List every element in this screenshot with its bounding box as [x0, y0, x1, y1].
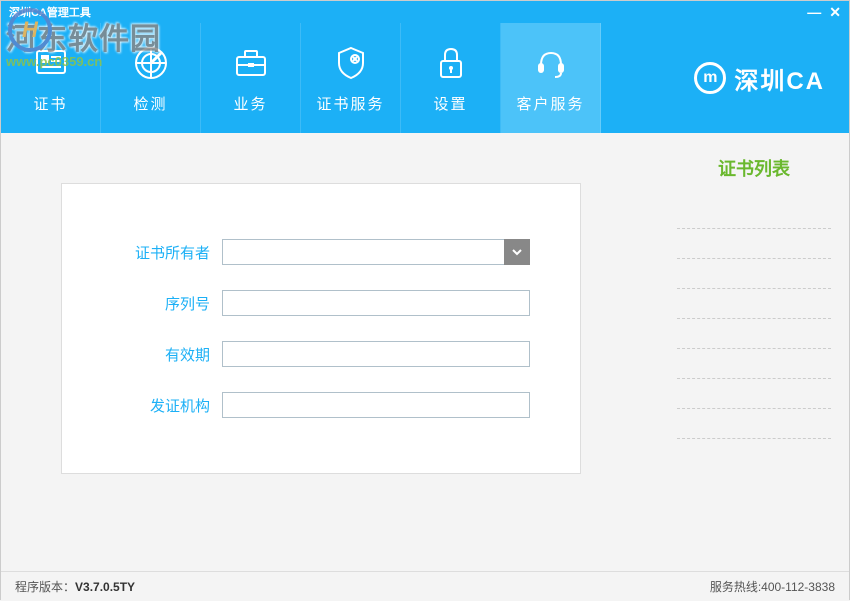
- serial-label: 序列号: [112, 293, 222, 314]
- chevron-down-icon[interactable]: [504, 239, 530, 265]
- list-item[interactable]: [677, 349, 831, 379]
- form-row-validity: 有效期: [112, 341, 530, 367]
- list-item[interactable]: [677, 229, 831, 259]
- brand: 深圳CA: [694, 23, 825, 133]
- version-label: 程序版本：: [15, 580, 75, 594]
- toolbar-label: 检测: [133, 93, 167, 114]
- briefcase-icon: [231, 43, 271, 83]
- shield-icon: [331, 43, 371, 83]
- version-value: V3.7.0.5TY: [75, 580, 135, 594]
- brand-text: 深圳CA: [734, 61, 825, 96]
- close-button[interactable]: ✕: [829, 4, 841, 21]
- validity-label: 有效期: [112, 344, 222, 365]
- content-area: 证书所有者 序列号 有效期 发证机构 证书: [1, 133, 849, 571]
- issuer-input[interactable]: [222, 392, 530, 418]
- radar-icon: [131, 43, 171, 83]
- owner-select[interactable]: [222, 239, 530, 265]
- certificate-icon: [31, 43, 71, 83]
- sidebar-title: 证书列表: [677, 155, 831, 181]
- toolbar-item-cert-service[interactable]: 证书服务: [301, 23, 401, 133]
- toolbar-label: 证书服务: [316, 93, 384, 114]
- serial-input[interactable]: [222, 290, 530, 316]
- list-item[interactable]: [677, 379, 831, 409]
- toolbar-item-customer-service[interactable]: 客户服务: [501, 23, 601, 133]
- form-row-serial: 序列号: [112, 290, 530, 316]
- owner-select-field[interactable]: [222, 239, 504, 265]
- toolbar-item-detect[interactable]: 检测: [101, 23, 201, 133]
- list-item[interactable]: [677, 289, 831, 319]
- list-item[interactable]: [677, 409, 831, 439]
- list-item[interactable]: [677, 319, 831, 349]
- form-row-owner: 证书所有者: [112, 239, 530, 265]
- validity-input[interactable]: [222, 341, 530, 367]
- lock-icon: [431, 43, 471, 83]
- toolbar-label: 客户服务: [516, 93, 584, 114]
- toolbar-label: 设置: [433, 93, 467, 114]
- titlebar: 深圳CA管理工具 — ✕: [1, 1, 849, 23]
- window-title: 深圳CA管理工具: [9, 4, 91, 20]
- hotline-label: 服务热线:: [710, 580, 761, 594]
- certificate-form: 证书所有者 序列号 有效期 发证机构: [61, 183, 581, 474]
- window-controls: — ✕: [807, 4, 841, 21]
- minimize-button[interactable]: —: [807, 4, 821, 21]
- form-row-issuer: 发证机构: [112, 392, 530, 418]
- hotline-info: 服务热线:400-112-3838: [710, 578, 835, 595]
- toolbar-label: 证书: [33, 93, 67, 114]
- owner-label: 证书所有者: [112, 242, 222, 263]
- sidebar: 证书列表: [659, 133, 849, 571]
- certificate-list: [677, 199, 831, 439]
- main-panel: 证书所有者 序列号 有效期 发证机构: [1, 133, 659, 571]
- toolbar: 证书 检测 业务 证书服务 设置 客户服务 深圳CA: [1, 23, 849, 133]
- list-item[interactable]: [677, 259, 831, 289]
- hotline-value: 400-112-3838: [761, 580, 835, 594]
- headset-icon: [531, 43, 571, 83]
- toolbar-item-settings[interactable]: 设置: [401, 23, 501, 133]
- version-info: 程序版本：V3.7.0.5TY: [15, 578, 135, 595]
- toolbar-label: 业务: [233, 93, 267, 114]
- brand-logo-icon: [694, 62, 726, 94]
- toolbar-item-certificate[interactable]: 证书: [1, 23, 101, 133]
- statusbar: 程序版本：V3.7.0.5TY 服务热线:400-112-3838: [1, 571, 849, 601]
- issuer-label: 发证机构: [112, 395, 222, 416]
- list-item[interactable]: [677, 199, 831, 229]
- toolbar-item-business[interactable]: 业务: [201, 23, 301, 133]
